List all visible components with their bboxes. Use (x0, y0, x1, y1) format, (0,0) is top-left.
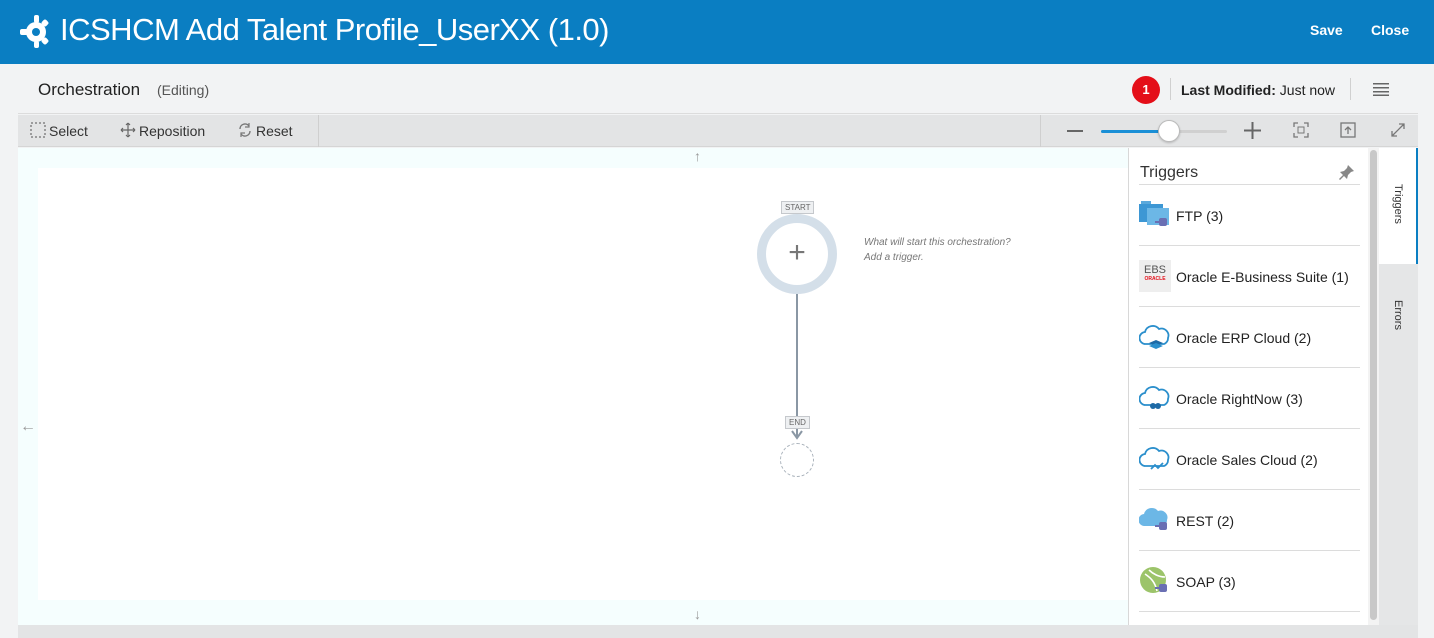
close-button[interactable]: Close (1371, 22, 1409, 38)
scroll-left-arrow-icon[interactable]: ← (20, 418, 36, 436)
bottom-strip (18, 625, 1418, 638)
sales-cloud-icon (1139, 447, 1170, 470)
trigger-item-label: Oracle ERP Cloud (2) (1176, 330, 1312, 346)
scroll-down-arrow-icon[interactable]: ↓ (694, 606, 701, 622)
integration-title: ICSHCM Add Talent Profile_UserXX (1.0) (60, 12, 610, 47)
reposition-label: Reposition (139, 123, 206, 139)
select-icon (30, 122, 46, 138)
save-button[interactable]: Save (1310, 22, 1343, 38)
trigger-item-oracle-rightnow[interactable]: Oracle RightNow (3) (1139, 368, 1360, 429)
last-modified: Last Modified: Just now (1181, 82, 1335, 98)
ebs-icon: EBS ORACLE (1139, 260, 1171, 292)
trigger-item-soap[interactable]: SOAP (3) (1139, 551, 1360, 612)
reset-icon (239, 123, 251, 137)
edit-mode-label: (Editing) (157, 82, 210, 98)
palette-scrollbar[interactable] (1368, 148, 1379, 625)
trigger-item-label: Oracle Sales Cloud (2) (1176, 452, 1318, 468)
hamburger-menu-icon[interactable] (1373, 82, 1389, 96)
export-image-icon[interactable] (1340, 122, 1356, 138)
orchestration-canvas[interactable]: ↑ ↓ ← START + What will start this orche… (18, 148, 1128, 625)
trigger-item-label: Oracle E-Business Suite (1) (1176, 269, 1349, 285)
trigger-hint-line1: What will start this orchestration? (864, 237, 1011, 248)
start-label: START (781, 201, 815, 214)
last-modified-label: Last Modified: (1181, 82, 1276, 98)
trigger-item-label: REST (2) (1176, 513, 1235, 529)
trigger-item-oracle-ebs[interactable]: EBS ORACLE Oracle E-Business Suite (1) (1139, 246, 1360, 307)
tab-errors-label: Errors (1392, 300, 1404, 330)
ebs-icon-text: EBS (1143, 264, 1166, 276)
trigger-item-label: SOAP (3) (1176, 574, 1236, 590)
canvas-toolbar: Select Reposition Reset (18, 115, 1418, 147)
ebs-icon-subtext: ORACLE (1144, 276, 1166, 282)
pin-icon[interactable] (1339, 164, 1355, 180)
trigger-item-ftp[interactable]: FTP (3) (1139, 185, 1360, 246)
palette-title: Triggers (1140, 164, 1199, 181)
error-count-badge[interactable]: 1 (1132, 76, 1160, 104)
select-tool-button[interactable]: Select (30, 122, 88, 139)
scrollbar-thumb[interactable] (1370, 150, 1377, 620)
scroll-up-arrow-icon[interactable]: ↑ (694, 148, 701, 164)
soap-icon (1140, 567, 1167, 593)
zoom-slider-handle[interactable] (1158, 120, 1180, 142)
trigger-item-oracle-erp-cloud[interactable]: Oracle ERP Cloud (2) (1139, 307, 1360, 368)
ftp-icon (1139, 201, 1169, 226)
reposition-tool-button[interactable]: Reposition (120, 122, 205, 139)
reset-tool-button[interactable]: Reset (237, 122, 293, 139)
end-node (780, 443, 814, 477)
erp-cloud-icon (1139, 325, 1170, 349)
move-icon (120, 122, 136, 138)
divider (318, 115, 319, 147)
trigger-hint: What will start this orchestration? Add … (864, 235, 1011, 265)
plus-icon: + (788, 236, 806, 269)
trigger-item-rest[interactable]: REST (2) (1139, 490, 1360, 551)
orchestration-header: Orchestration (Editing) 1 Last Modified:… (18, 64, 1418, 114)
rest-icon (1139, 508, 1168, 530)
page-title: Orchestration (38, 80, 141, 99)
trigger-item-label: FTP (3) (1176, 208, 1224, 224)
zoom-out-icon[interactable] (1067, 123, 1083, 139)
trigger-item-oracle-sales-cloud[interactable]: Oracle Sales Cloud (2) (1139, 429, 1360, 490)
end-label: END (785, 416, 810, 429)
tab-errors[interactable]: Errors (1379, 264, 1418, 364)
divider (1350, 78, 1351, 100)
flow-connector (796, 294, 798, 436)
divider (1170, 78, 1171, 100)
rightnow-cloud-icon (1139, 386, 1170, 409)
add-trigger-node[interactable]: + (757, 214, 837, 294)
trigger-item-label: Oracle RightNow (3) (1176, 391, 1303, 407)
integration-logo-icon (20, 15, 49, 48)
trigger-hint-line2: Add a trigger. (864, 252, 924, 263)
triggers-palette: Triggers FTP (3) EBS ORACLE Oracle E-Bus… (1128, 148, 1368, 625)
divider (1040, 115, 1041, 147)
app-header: ICSHCM Add Talent Profile_UserXX (1.0) S… (0, 0, 1434, 64)
zoom-in-icon[interactable] (1244, 122, 1261, 139)
select-label: Select (49, 123, 88, 139)
reset-label: Reset (256, 123, 293, 139)
side-tabs: Triggers Errors (1379, 148, 1418, 625)
fit-to-screen-icon[interactable] (1293, 122, 1309, 138)
flow-arrow-icon (791, 430, 803, 440)
tab-triggers[interactable]: Triggers (1379, 148, 1418, 264)
canvas-area (38, 168, 1128, 600)
last-modified-value: Just now (1279, 82, 1336, 98)
expand-icon[interactable] (1390, 122, 1406, 138)
tab-triggers-label: Triggers (1392, 184, 1404, 224)
zoom-slider[interactable] (1101, 120, 1227, 142)
